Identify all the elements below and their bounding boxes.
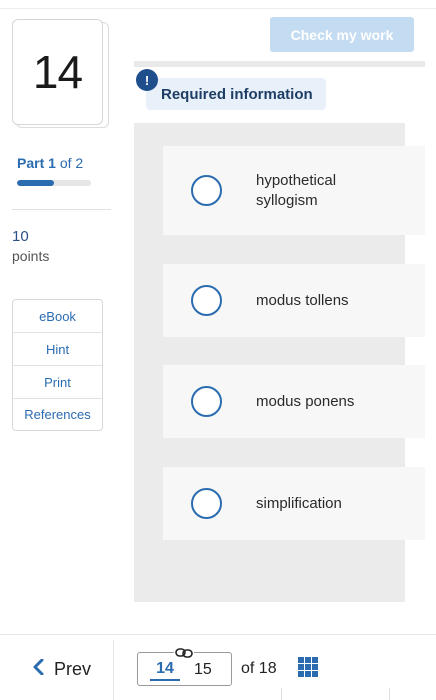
part-progress-fill	[17, 180, 54, 186]
radio-button[interactable]	[191, 175, 222, 206]
sidebar-divider	[12, 209, 111, 210]
option-label: simplification	[256, 494, 342, 512]
check-my-work-button[interactable]: Check my work	[270, 17, 414, 52]
alert-icon: !	[136, 69, 158, 91]
footer-separator	[281, 688, 282, 700]
hint-button[interactable]: Hint	[13, 333, 102, 366]
radio-button[interactable]	[191, 386, 222, 417]
option-label: hypothetical syllogism	[256, 171, 337, 209]
question-number-card: 14	[12, 19, 103, 125]
footer-separator	[389, 688, 390, 700]
radio-button[interactable]	[191, 488, 222, 519]
ebook-button[interactable]: eBook	[13, 300, 102, 333]
link-icon	[174, 646, 194, 658]
prev-label: Prev	[54, 659, 92, 679]
radio-button[interactable]	[191, 285, 222, 316]
option-label: modus tollens	[256, 291, 349, 309]
tools-menu: eBook Hint Print References	[12, 299, 103, 431]
option-label: modus ponens	[256, 392, 355, 410]
option-modus-ponens[interactable]: modus ponens	[163, 365, 425, 438]
part-suffix: of 2	[59, 155, 84, 171]
part-prefix: Part	[17, 155, 45, 171]
part-progress-bar	[17, 180, 91, 186]
footer-separator	[113, 640, 114, 700]
part-indicator: Part 1 of 2	[17, 155, 83, 171]
question-number: 14	[32, 46, 83, 98]
next-page-button[interactable]: 15	[194, 661, 212, 679]
grid-icon[interactable]	[298, 657, 318, 677]
page-total: of 18	[241, 660, 277, 677]
option-modus-tollens[interactable]: modus tollens	[163, 264, 425, 337]
option-hypothetical-syllogism[interactable]: hypothetical syllogism	[163, 146, 425, 235]
print-button[interactable]: Print	[13, 366, 102, 399]
top-divider	[0, 8, 436, 9]
chevron-left-icon	[33, 658, 44, 681]
option-simplification[interactable]: simplification	[163, 467, 425, 540]
question-header-bar	[134, 61, 425, 67]
references-button[interactable]: References	[13, 399, 102, 430]
footer-divider	[0, 634, 436, 635]
required-information-banner[interactable]: Required information	[146, 78, 326, 110]
prev-button[interactable]: Prev	[33, 658, 91, 681]
points-label: points	[12, 248, 50, 264]
points-value: 10	[12, 228, 29, 245]
part-current: 1	[48, 155, 56, 171]
current-page-button[interactable]: 14	[150, 660, 180, 681]
